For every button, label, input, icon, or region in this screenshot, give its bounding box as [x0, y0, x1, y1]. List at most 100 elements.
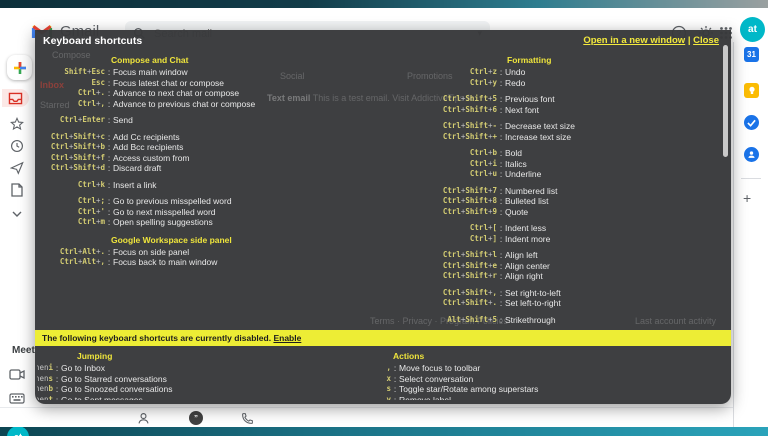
shortcut-description: Focus main window	[113, 67, 188, 77]
shortcut-description: Go to Starred conversations	[61, 373, 167, 384]
join-meeting-icon[interactable]	[6, 389, 28, 407]
shortcut-group: Ctrl + Alt + .: Focus on side panel Ctrl +…	[41, 247, 423, 268]
shortcut-description: Align center	[505, 260, 550, 271]
shortcut-keys: Ctrl + ]	[427, 234, 497, 245]
shortcut-description: Set left-to-right	[505, 298, 561, 308]
meet-section-label: Meet	[12, 345, 35, 356]
shortcut-description: Bulleted list	[505, 196, 549, 206]
key-colon: :	[107, 77, 111, 88]
key-name: Shift	[465, 206, 488, 216]
hangouts-tabs-bar: ”	[0, 407, 735, 427]
left-nav-rail: Meet Hangouts at	[0, 45, 53, 436]
key-name: Ctrl	[442, 131, 461, 141]
shortcut-row: Esc: Focus latest chat or compose	[41, 78, 423, 89]
shortcut-row: y: Remove label	[357, 395, 725, 401]
shortcut-group: ,: Move focus to toolbar x: Select conversa…	[357, 363, 725, 400]
shortcut-row: s: Toggle star/Rotate among superstars	[357, 384, 725, 395]
shortcut-row: Ctrl + Shift + 9: Quote	[427, 207, 727, 218]
key-name: Alt	[82, 257, 96, 266]
key-name: Shift	[73, 152, 96, 162]
shortcuts-column-left: Compose and Chat Shift + Esc: Focus main w…	[41, 54, 423, 330]
get-addons-plus-icon[interactable]: +	[743, 190, 751, 206]
shortcut-description: Discard draft	[113, 163, 162, 173]
key-name: Esc	[91, 67, 105, 76]
sidebar-item-inbox[interactable]	[2, 89, 29, 107]
shortcut-group: Ctrl + Shift + -: Decrease text size Ctrl …	[427, 121, 727, 142]
close-link[interactable]: Close	[693, 35, 719, 46]
shortcut-row: Ctrl + [: Indent less	[427, 223, 727, 234]
shortcut-row: Ctrl + y: Redo	[427, 78, 727, 89]
key-separator: then	[37, 384, 49, 393]
shortcut-section-title: Actions	[393, 351, 425, 361]
shortcut-row: Shift + Esc: Focus main window	[41, 67, 423, 78]
shortcut-description: Set right-to-left	[505, 287, 561, 298]
key-colon: :	[499, 287, 503, 298]
key-name: Ctrl	[59, 257, 78, 266]
open-in-new-window-link[interactable]: Open in a new window	[583, 35, 685, 46]
key-name: Ctrl	[59, 246, 78, 256]
shortcut-keys: Ctrl + Shift + 9	[427, 207, 497, 218]
key-name: Shift	[465, 314, 488, 324]
shortcut-section-title: Jumping	[77, 351, 113, 361]
shortcut-description: Go to Inbox	[61, 363, 105, 373]
shortcut-section: Formatting Ctrl + z: Undo Ctrl + y: Redo Ctrl…	[427, 54, 727, 330]
key-colon: :	[393, 373, 397, 384]
enable-link[interactable]: Enable	[273, 333, 301, 343]
key-name: Shift	[465, 131, 488, 141]
shortcut-keys: Ctrl + Shift + c	[41, 132, 105, 143]
shortcuts-column-right: Formatting Ctrl + z: Undo Ctrl + y: Redo Ctrl…	[427, 54, 727, 330]
phone-tab-icon[interactable]	[237, 410, 257, 426]
key-colon: :	[55, 373, 59, 384]
key-colon: :	[499, 196, 503, 206]
key-name: Ctrl	[442, 121, 461, 130]
key-colon: :	[107, 131, 111, 142]
key-colon: :	[107, 142, 111, 152]
key-colon: :	[393, 384, 397, 394]
shortcut-group: Ctrl + Shift + ,: Set right-to-left Ctrl +…	[427, 288, 727, 309]
shortcut-keys: Ctrl + k	[41, 180, 105, 191]
shortcut-row: Ctrl + Alt + .: Focus on side panel	[41, 247, 423, 258]
shortcut-group: Ctrl + ;: Go to previous misspelled word C…	[41, 196, 423, 228]
key-name: Ctrl	[469, 158, 488, 168]
key-colon: :	[107, 217, 111, 227]
shortcut-row: Ctrl + Shift + +: Increase text size	[427, 132, 727, 143]
sidebar-item-sent[interactable]	[6, 159, 28, 177]
key-colon: :	[107, 196, 111, 206]
contacts-tab-icon[interactable]	[133, 410, 153, 426]
shortcut-row: Ctrl + Shift + b: Add Bcc recipients	[41, 142, 423, 153]
shortcut-row: Ctrl + Enter: Send	[41, 115, 423, 126]
shortcut-keys: Ctrl + ;	[41, 196, 105, 207]
shortcut-keys: g then t	[37, 395, 53, 401]
sidebar-item-starred[interactable]	[6, 115, 28, 133]
key-name: Ctrl	[469, 77, 488, 87]
shortcut-row: Ctrl + z: Undo	[427, 67, 727, 78]
account-avatar[interactable]: at	[740, 17, 765, 42]
shortcut-keys: Ctrl + .	[41, 88, 105, 99]
shortcut-row: Ctrl + Shift + e: Align center	[427, 261, 727, 272]
shortcut-keys: Ctrl + Shift + d	[41, 163, 105, 174]
key-colon: :	[107, 206, 111, 217]
shortcut-description: Focus latest chat or compose	[113, 77, 225, 88]
key-separator: then	[37, 363, 49, 372]
contacts-icon[interactable]	[743, 146, 760, 163]
key-name: Shift	[73, 163, 96, 172]
conversations-tab-icon[interactable]: ”	[186, 410, 206, 426]
shortcut-row: Ctrl + Shift + l: Align left	[427, 250, 727, 261]
keep-icon[interactable]	[743, 82, 760, 99]
new-meeting-icon[interactable]	[6, 365, 28, 383]
tasks-icon[interactable]	[743, 114, 760, 131]
key-name: Ctrl	[469, 223, 488, 232]
sidebar-item-drafts[interactable]	[6, 181, 28, 199]
key-name: Ctrl	[77, 217, 96, 226]
key-name: Ctrl	[469, 148, 488, 157]
compose-button[interactable]	[7, 55, 32, 80]
shortcut-description: Insert a link	[113, 179, 157, 190]
calendar-icon[interactable]: 31	[743, 46, 760, 63]
shortcut-keys: Ctrl + Alt + ,	[41, 257, 105, 268]
shortcut-description: Strikethrough	[505, 314, 556, 325]
shortcut-keys: Esc	[41, 78, 105, 89]
sidebar-item-more-chevron-icon[interactable]	[6, 205, 28, 223]
key-colon: :	[55, 384, 59, 394]
sidebar-item-snoozed[interactable]	[6, 137, 28, 155]
key-colon: :	[499, 77, 503, 88]
